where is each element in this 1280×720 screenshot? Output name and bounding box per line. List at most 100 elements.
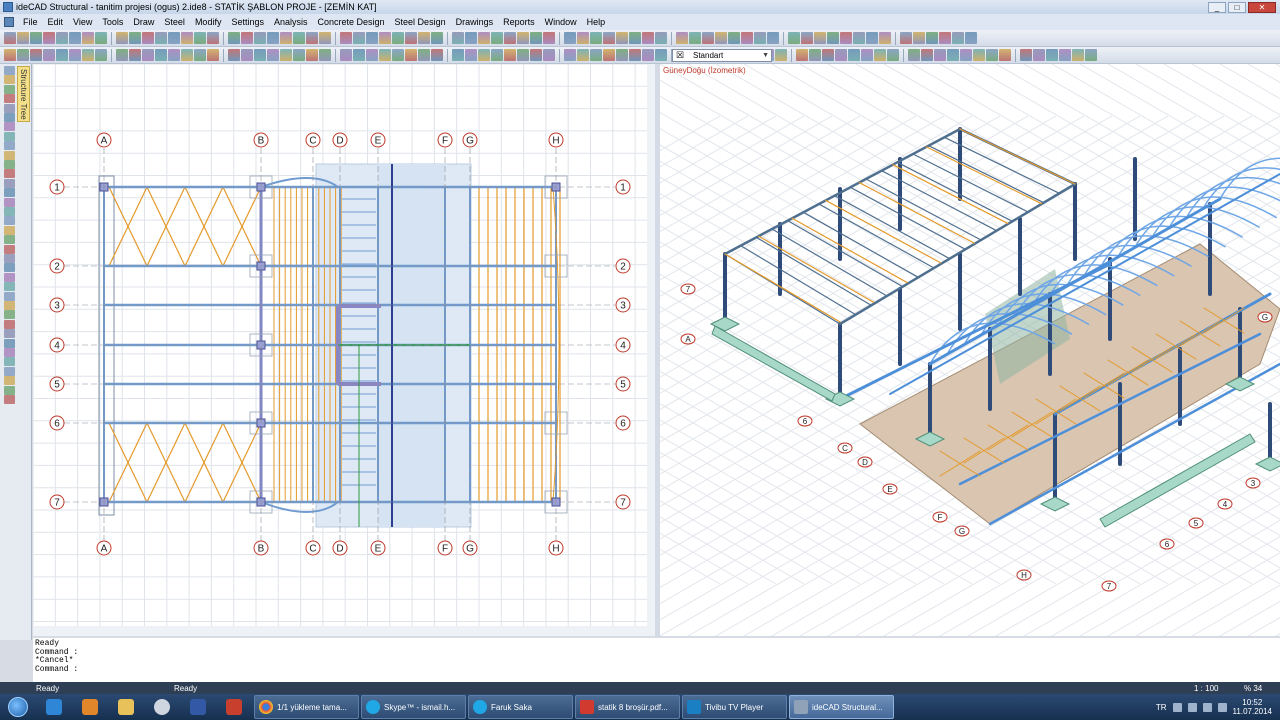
toolbar-tool-icon[interactable] <box>306 32 318 44</box>
sidebar-tool-icon[interactable] <box>4 366 15 376</box>
toolbar-tool-icon[interactable] <box>319 49 331 61</box>
sidebar-tool-icon[interactable] <box>4 338 15 348</box>
toolbar-tool-icon[interactable] <box>809 49 821 61</box>
toolbar-tool-icon[interactable] <box>1046 49 1058 61</box>
toolbar-tool-icon[interactable] <box>874 49 886 61</box>
toolbar-tool-icon[interactable] <box>801 32 813 44</box>
toolbar-tool-icon[interactable] <box>564 49 576 61</box>
toolbar-tool-icon[interactable] <box>254 49 266 61</box>
toolbar-tool-icon[interactable] <box>181 49 193 61</box>
sidebar-tool-icon[interactable] <box>4 131 15 141</box>
toolbar-tool-icon[interactable] <box>908 49 920 61</box>
sidebar-tool-icon[interactable] <box>4 122 15 132</box>
toolbar-tool-icon[interactable] <box>142 32 154 44</box>
sidebar-tool-icon[interactable] <box>4 197 15 207</box>
toolbar-tool-icon[interactable] <box>69 49 81 61</box>
toolbar-tool-icon[interactable] <box>379 32 391 44</box>
toolbar-tool-icon[interactable] <box>155 32 167 44</box>
toolbar-tool-icon[interactable] <box>590 32 602 44</box>
clock[interactable]: 10:52 11.07.2014 <box>1233 698 1272 716</box>
toolbar-tool-icon[interactable] <box>853 32 865 44</box>
toolbar-tool-icon[interactable] <box>353 49 365 61</box>
sidebar-tool-icon[interactable] <box>4 169 15 179</box>
toolbar-tool-icon[interactable] <box>30 49 42 61</box>
menu-drawings[interactable]: Drawings <box>451 17 499 27</box>
toolbar-tool-icon[interactable] <box>293 32 305 44</box>
style-select[interactable]: ☒ Standart ▼ <box>672 49 772 62</box>
toolbar-tool-icon[interactable] <box>254 32 266 44</box>
toolbar-tool-icon[interactable] <box>392 32 404 44</box>
toolbar-tool-icon[interactable] <box>95 49 107 61</box>
menu-file[interactable]: File <box>18 17 43 27</box>
toolbar-tool-icon[interactable] <box>452 49 464 61</box>
sidebar-tool-icon[interactable] <box>4 395 15 404</box>
command-panel[interactable]: Ready Command : *Cancel* Command : <box>33 638 1280 682</box>
toolbar-tool-icon[interactable] <box>228 32 240 44</box>
toolbar-tool-icon[interactable] <box>69 32 81 44</box>
toolbar-tool-icon[interactable] <box>129 32 141 44</box>
task-tivibu[interactable]: Tivibu TV Player <box>682 695 787 719</box>
toolbar-tool-icon[interactable] <box>934 49 946 61</box>
toolbar-tool-icon[interactable] <box>543 32 555 44</box>
toolbar-tool-icon[interactable] <box>228 49 240 61</box>
menu-window[interactable]: Window <box>540 17 582 27</box>
toolbar-tool-icon[interactable] <box>504 32 516 44</box>
toolbar-tool-icon[interactable] <box>418 32 430 44</box>
toolbar-tool-icon[interactable] <box>340 32 352 44</box>
sidebar-tool-icon[interactable] <box>4 310 15 320</box>
sidebar-tool-icon[interactable] <box>4 244 15 254</box>
plan-view[interactable]: A A B B C C D D E E F F G G H H 1 1 2 2 3 3 4 4 5 5 6 6 7 7 <box>33 64 655 636</box>
toolbar-tool-icon[interactable] <box>431 49 443 61</box>
menu-edit[interactable]: Edit <box>43 17 69 27</box>
toolbar-tool-icon[interactable] <box>629 32 641 44</box>
toolbar-tool-icon[interactable] <box>280 32 292 44</box>
sidebar-tool-icon[interactable] <box>4 160 15 169</box>
toolbar-tool-icon[interactable] <box>848 49 860 61</box>
toolbar-tool-icon[interactable] <box>82 49 94 61</box>
sidebar-tool-icon[interactable] <box>4 263 15 273</box>
pin-pin[interactable] <box>216 695 252 719</box>
toolbar-tool-icon[interactable] <box>267 49 279 61</box>
shield-icon[interactable] <box>1187 702 1197 712</box>
toolbar-tool-icon[interactable] <box>840 32 852 44</box>
toolbar-tool-icon[interactable] <box>17 49 29 61</box>
media-pin[interactable] <box>72 695 108 719</box>
toolbar-tool-icon[interactable] <box>530 49 542 61</box>
toolbar-tool-icon[interactable] <box>767 32 779 44</box>
toolbar-tool-icon[interactable] <box>379 49 391 61</box>
toolbar-tool-icon[interactable] <box>129 49 141 61</box>
sidebar-tool-icon[interactable] <box>4 207 15 216</box>
sidebar-tool-icon[interactable] <box>4 75 15 85</box>
toolbar-tool-icon[interactable] <box>207 49 219 61</box>
toolbar-tool-icon[interactable] <box>1020 49 1032 61</box>
toolbar-tool-icon[interactable] <box>194 32 206 44</box>
sidebar-tool-icon[interactable] <box>4 329 15 339</box>
toolbar-tool-icon[interactable] <box>306 49 318 61</box>
toolbar-tool-icon[interactable] <box>30 32 42 44</box>
toolbar-tool-icon[interactable] <box>241 32 253 44</box>
toolbar-tool-icon[interactable] <box>56 32 68 44</box>
toolbar-tool-icon[interactable] <box>629 49 641 61</box>
toolbar-tool-icon[interactable] <box>577 32 589 44</box>
toolbar-tool-icon[interactable] <box>796 49 808 61</box>
toolbar-tool-icon[interactable] <box>827 32 839 44</box>
sidebar-tool-icon[interactable] <box>4 150 15 160</box>
toolbar-tool-icon[interactable] <box>965 32 977 44</box>
sidebar-tool-icon[interactable] <box>4 103 15 113</box>
toolbar-tool-icon[interactable] <box>1059 49 1071 61</box>
toolbar-tool-icon[interactable] <box>241 49 253 61</box>
toolbar-tool-icon[interactable] <box>4 49 16 61</box>
language-indicator[interactable]: TR <box>1156 703 1167 712</box>
toolbar-tool-icon[interactable] <box>788 32 800 44</box>
sidebar-tool-icon[interactable] <box>4 84 15 94</box>
network-icon[interactable] <box>1202 702 1212 712</box>
toolbar-tool-icon[interactable] <box>4 32 16 44</box>
structure-tree-tab[interactable]: Structure Tree <box>17 66 30 122</box>
menu-view[interactable]: View <box>68 17 97 27</box>
toolbar-tool-icon[interactable] <box>655 49 667 61</box>
horizontal-scrollbar[interactable] <box>33 626 647 636</box>
toolbar-tool-icon[interactable] <box>1085 49 1097 61</box>
minimize-button[interactable]: _ <box>1208 1 1226 13</box>
sidebar-tool-icon[interactable] <box>4 225 15 235</box>
task-skype-chat[interactable]: Faruk Saka <box>468 695 573 719</box>
